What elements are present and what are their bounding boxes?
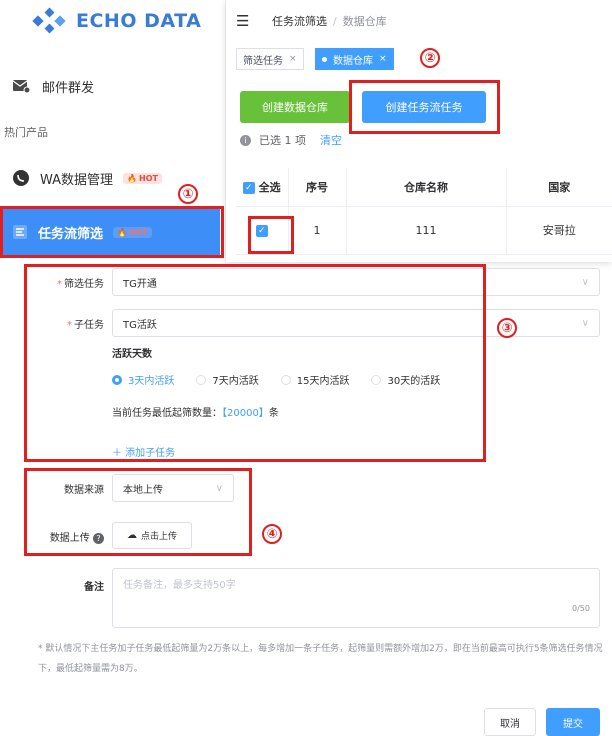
column-header: 序号 (288, 168, 347, 207)
annotation-box-checkbox (248, 216, 294, 254)
info-icon: i (240, 134, 251, 146)
clear-selection-link[interactable]: 清空 (320, 132, 342, 148)
sidebar-item-label: 邮件群发 (42, 80, 95, 96)
table-cell: 安哥拉 (506, 206, 612, 255)
menu-toggle-icon[interactable]: ☰ (236, 12, 249, 30)
tab-filter-task[interactable]: 筛选任务 × (236, 48, 304, 70)
active-dot-icon (322, 56, 327, 62)
logo-text: ECHO DATA (76, 10, 202, 32)
close-icon[interactable]: × (289, 54, 297, 64)
table-cell: 1 (288, 206, 347, 255)
annotation-number-1: ① (178, 184, 198, 204)
cancel-button[interactable]: 取消 (484, 708, 536, 736)
breadcrumb-current: 数据仓库 (342, 15, 387, 28)
select-all-header[interactable]: ✓ 全选 (236, 168, 289, 207)
remark-label: 备注 (84, 582, 104, 593)
annotation-box-2 (349, 80, 500, 134)
mail-icon (12, 80, 30, 94)
sidebar-item-mail[interactable]: 邮件群发 (12, 72, 94, 100)
annotation-number-2: ② (420, 48, 440, 68)
table-header-row: ✓ 全选 序号 仓库名称 国家 (236, 168, 612, 207)
logo: ECHO DATA (32, 4, 201, 38)
echo-data-logo-icon (32, 7, 66, 34)
close-icon[interactable]: × (379, 54, 387, 64)
annotation-box-3 (24, 264, 486, 462)
chevron-down-icon: ∨ (581, 317, 589, 329)
tab-data-warehouse[interactable]: 数据仓库 × (315, 48, 394, 70)
annotation-number-4: ④ (262, 524, 282, 544)
create-warehouse-button[interactable]: 创建数据仓库 (240, 91, 350, 123)
column-header: 仓库名称 (346, 168, 507, 207)
chevron-down-icon: ∨ (581, 276, 589, 288)
annotation-box-4 (24, 468, 252, 556)
annotation-number-3: ③ (497, 318, 517, 338)
whatsapp-icon (13, 170, 29, 186)
breadcrumb: 任务流筛选 / 数据仓库 (272, 15, 387, 28)
remark-counter: 0/50 (572, 604, 590, 613)
footnote: * 默认情况下主任务加子任务最低起筛量为2万条以上，每多增加一条子任务，起筛量则… (38, 644, 603, 674)
submit-button[interactable]: 提交 (546, 708, 600, 736)
fire-icon: 🔥 (127, 173, 138, 183)
hot-badge: 🔥 HOT (123, 172, 162, 184)
column-header: 国家 (506, 168, 612, 207)
sidebar-section-label: 热门产品 (4, 126, 48, 139)
sidebar-item-wa[interactable]: WA数据管理 🔥 HOT (12, 164, 162, 192)
sidebar-item-label: WA数据管理 (40, 172, 114, 188)
checkbox-checked-icon[interactable]: ✓ (242, 181, 255, 194)
annotation-box-1 (0, 206, 224, 258)
remark-textarea[interactable]: 任务备注，最多支持50字 (112, 568, 600, 628)
table-cell: 111 (346, 206, 507, 255)
selection-info: i 已选 1 项 清空 (240, 132, 342, 148)
breadcrumb-item[interactable]: 任务流筛选 (272, 15, 327, 28)
